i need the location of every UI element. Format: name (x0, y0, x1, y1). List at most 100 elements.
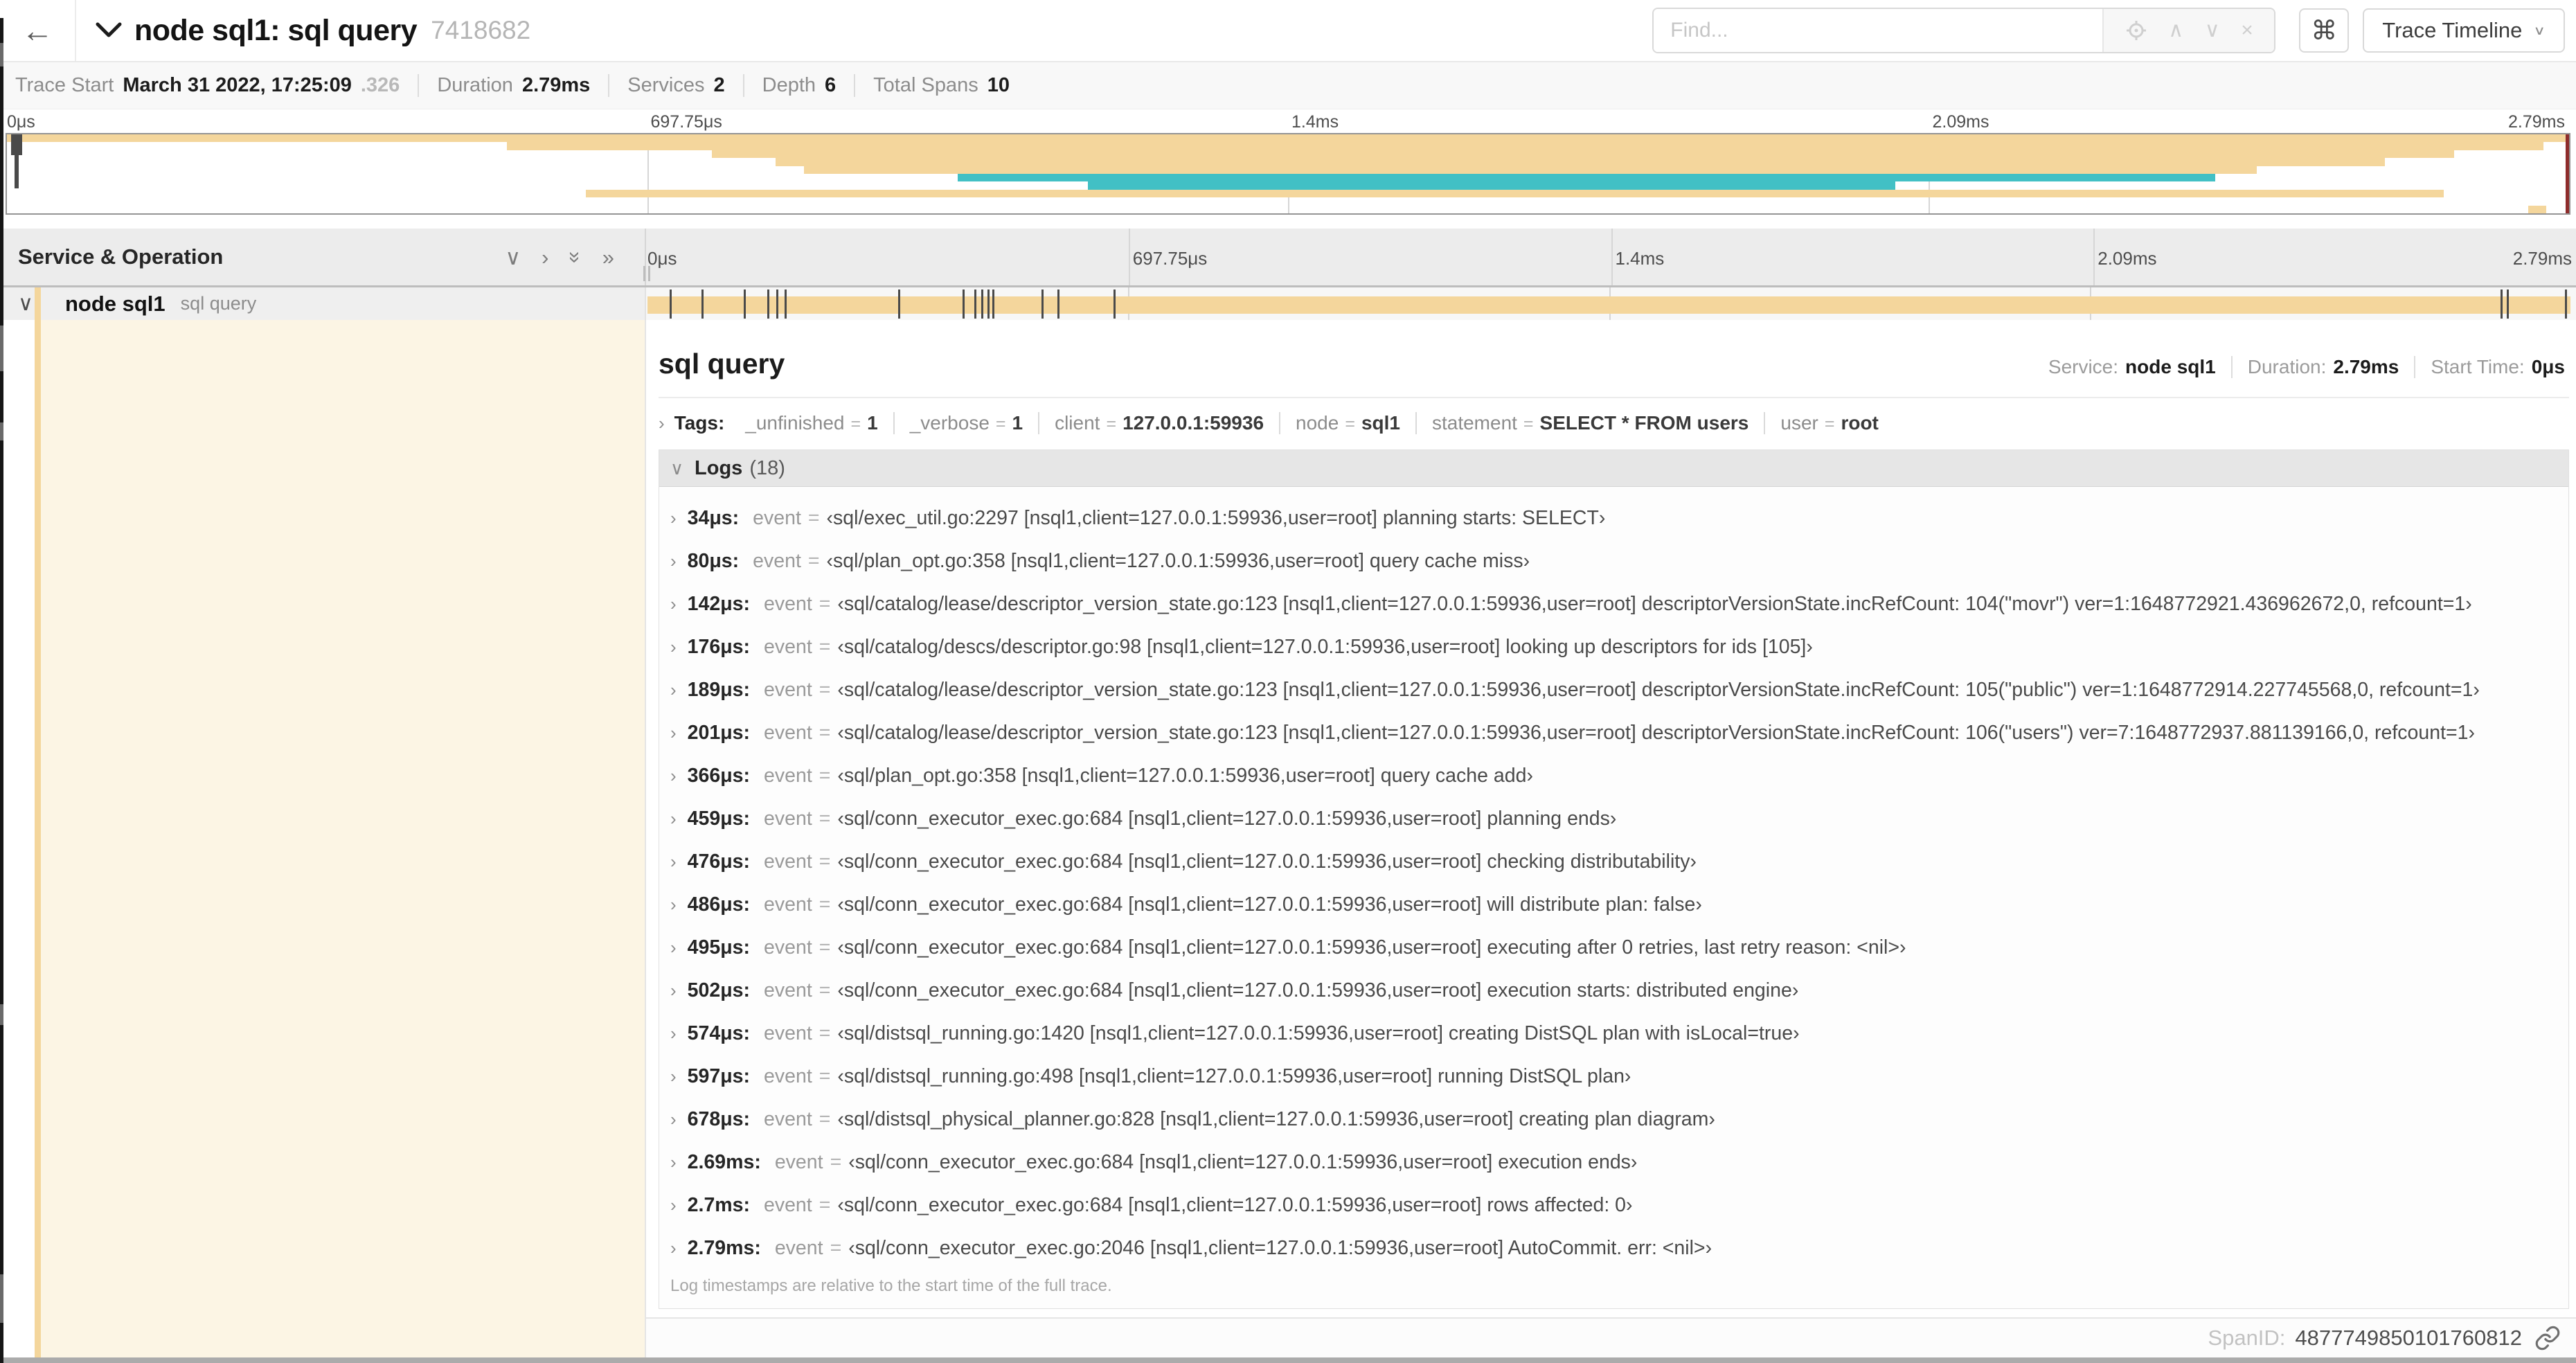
log-timestamp: 476μs: (687, 850, 751, 873)
meta-value: 2.79ms (2333, 356, 2399, 377)
equals-sign: = (819, 1064, 831, 1087)
window-edge-scrollbar[interactable] (0, 18, 3, 1363)
log-row[interactable]: › 597μs: event = ‹sql/distsql_running.go:498… (659, 1055, 2568, 1098)
summary-item-label: Trace Start (15, 74, 114, 96)
log-row[interactable]: › 486μs: event = ‹sql/conn_executor_exec.go:… (659, 883, 2568, 926)
log-marker-tick (1041, 289, 1044, 319)
summary-item-value: 10 (987, 74, 1010, 96)
log-row[interactable]: › 574μs: event = ‹sql/distsql_running.go:142… (659, 1012, 2568, 1055)
chevron-right-icon: › (670, 1152, 677, 1173)
find-next-icon[interactable]: ∨ (2205, 20, 2220, 41)
log-field-key: event (764, 635, 812, 658)
scrollbar-mark (0, 1004, 3, 1025)
log-field-key: event (764, 979, 812, 1001)
minimap-left-scrubber-line (15, 134, 19, 188)
equals-sign: = (995, 414, 1006, 434)
log-row[interactable]: › 189μs: event = ‹sql/catalog/lease/descript… (659, 668, 2568, 711)
log-row[interactable]: › 176μs: event = ‹sql/catalog/descs/descript… (659, 625, 2568, 668)
log-row[interactable]: › 34μs: event = ‹sql/exec_util.go:2297 [nsql… (659, 497, 2568, 540)
log-row[interactable]: › 2.79ms: event = ‹sql/conn_executor_exec.go… (659, 1227, 2568, 1270)
view-selector-label: Trace Timeline (2382, 18, 2523, 42)
log-timestamp: 189μs: (687, 678, 751, 701)
minimap-axis-label: 0μs (7, 112, 35, 132)
back-button[interactable]: ← (0, 0, 76, 61)
log-field-value: ‹sql/distsql_physical_planner.go:828 [ns… (837, 1107, 1715, 1130)
equals-sign: = (807, 506, 820, 529)
logs-footer-note: Log timestamps are relative to the start… (670, 1276, 1112, 1295)
expand-all-icon[interactable]: » (602, 247, 614, 268)
timeline-ruler: 0μs 697.75μs 1.4ms 2.09ms 2.79ms (646, 229, 2576, 285)
summary-item-value: March 31 2022, 17:25:09 (123, 74, 352, 96)
tag-value: root (1841, 412, 1879, 434)
column-resize-handle[interactable] (643, 266, 650, 281)
tag-value: 1 (1012, 412, 1023, 434)
equals-sign: = (850, 414, 861, 434)
minimap-right-scrubber[interactable] (2566, 134, 2569, 213)
service-operation-title: Service & Operation (18, 244, 224, 269)
span-detail-area: sql query Service: node sql1 Duration: 2… (0, 320, 2576, 1363)
view-selector-dropdown[interactable]: Trace Timeline ∨ (2363, 8, 2565, 53)
log-row[interactable]: › 476μs: event = ‹sql/conn_executor_exec.go:… (659, 840, 2568, 883)
expand-one-icon[interactable]: › (542, 247, 548, 268)
span-id-value: 4877749850101760812 (2295, 1326, 2522, 1350)
minimap[interactable] (6, 133, 2570, 215)
tag-item: _verbose = 1 (893, 412, 1038, 434)
equals-sign: = (1523, 414, 1534, 434)
find-prev-icon[interactable]: ∧ (2168, 20, 2183, 41)
span-name-cell[interactable]: ∨ node sql1 sql query (0, 287, 646, 320)
collapse-all-icon[interactable]: » (564, 251, 588, 262)
chevron-right-icon: › (670, 894, 677, 915)
meta-duration: Duration: 2.79ms (2230, 356, 2415, 378)
collapse-one-icon[interactable]: ∨ (505, 247, 521, 268)
log-row[interactable]: › 142μs: event = ‹sql/catalog/lease/descript… (659, 582, 2568, 625)
log-field-value: ‹sql/catalog/descs/descriptor.go:98 [nsq… (837, 635, 1813, 658)
log-row[interactable]: › 80μs: event = ‹sql/plan_opt.go:358 [nsql1,… (659, 540, 2568, 582)
find-clear-icon[interactable]: × (2241, 20, 2253, 41)
log-marker-tick (2507, 289, 2510, 319)
span-detail-meta: Service: node sql1 Duration: 2.79ms Star… (2033, 356, 2566, 378)
summary-item-suffix: .326 (360, 74, 400, 96)
tag-key: user (1780, 412, 1818, 434)
log-field-key: event (764, 721, 812, 744)
tag-value: 127.0.0.1:59936 (1122, 412, 1264, 434)
log-row[interactable]: › 495μs: event = ‹sql/conn_executor_exec.go:… (659, 926, 2568, 969)
minimap-span-bar (803, 166, 2257, 174)
minimap-axis-label: 697.75μs (650, 112, 722, 132)
log-row[interactable]: › 201μs: event = ‹sql/catalog/lease/descript… (659, 711, 2568, 754)
summary-item-label: Duration (437, 74, 513, 96)
tag-key: _verbose (909, 412, 990, 434)
keyboard-shortcuts-button[interactable]: ⌘ (2299, 8, 2350, 53)
log-row[interactable]: › 2.7ms: event = ‹sql/conn_executor_exec.go:… (659, 1184, 2568, 1227)
service-operation-header: Service & Operation ∨ › » » (0, 229, 650, 285)
log-row[interactable]: › 459μs: event = ‹sql/conn_executor_exec.go:… (659, 797, 2568, 840)
equals-sign: = (819, 592, 831, 615)
log-row[interactable]: › 678μs: event = ‹sql/distsql_physical_plann… (659, 1098, 2568, 1141)
tags-accordion[interactable]: › Tags: _unfinished = 1 _verbose = 1 client = 12… (659, 412, 2569, 434)
logs-header[interactable]: ∨ Logs (18) (659, 450, 2568, 487)
log-row[interactable]: › 502μs: event = ‹sql/conn_executor_exec.go:… (659, 969, 2568, 1012)
top-bar-actions: ∧ ∨ × ⌘ Trace Timeline ∨ (1652, 8, 2565, 53)
minimap-axis-label: 1.4ms (1291, 112, 1339, 132)
log-field-key: event (764, 764, 812, 787)
equals-sign: = (819, 807, 831, 830)
meta-service: Service: node sql1 (2033, 356, 2231, 378)
log-field-value: ‹sql/conn_executor_exec.go:684 [nsql1,cl… (837, 979, 1799, 1001)
trace-timeline-page: ← node sql1: sql query 7418682 Find... ∧… (0, 0, 2576, 1363)
summary-item-label: Depth (762, 74, 816, 96)
equals-sign: = (1824, 414, 1835, 434)
minimap-span-bar (711, 150, 2454, 159)
deep-link-button[interactable] (2534, 1325, 2561, 1351)
find-input[interactable] (1654, 9, 2103, 52)
chevron-down-icon[interactable]: ∨ (18, 293, 33, 314)
minimap-axis-label: 2.79ms (2508, 112, 2565, 132)
summary-item-label: Total Spans (873, 74, 978, 96)
logs-accordion: ∨ Logs (18) › 34μs: event = ‹sql/exec_util.g… (659, 449, 2569, 1309)
locate-icon[interactable] (2125, 19, 2147, 42)
tag-item: client = 127.0.0.1:59936 (1038, 412, 1279, 434)
log-row[interactable]: › 2.69ms: event = ‹sql/conn_executor_exec.go… (659, 1141, 2568, 1184)
log-field-value: ‹sql/distsql_running.go:498 [nsql1,clien… (837, 1064, 1631, 1087)
log-row[interactable]: › 366μs: event = ‹sql/plan_opt.go:358 [nsql1… (659, 754, 2568, 797)
trace-collapse-toggle[interactable] (94, 21, 123, 40)
meta-label: Duration: (2247, 356, 2327, 377)
equals-sign: = (819, 678, 831, 701)
